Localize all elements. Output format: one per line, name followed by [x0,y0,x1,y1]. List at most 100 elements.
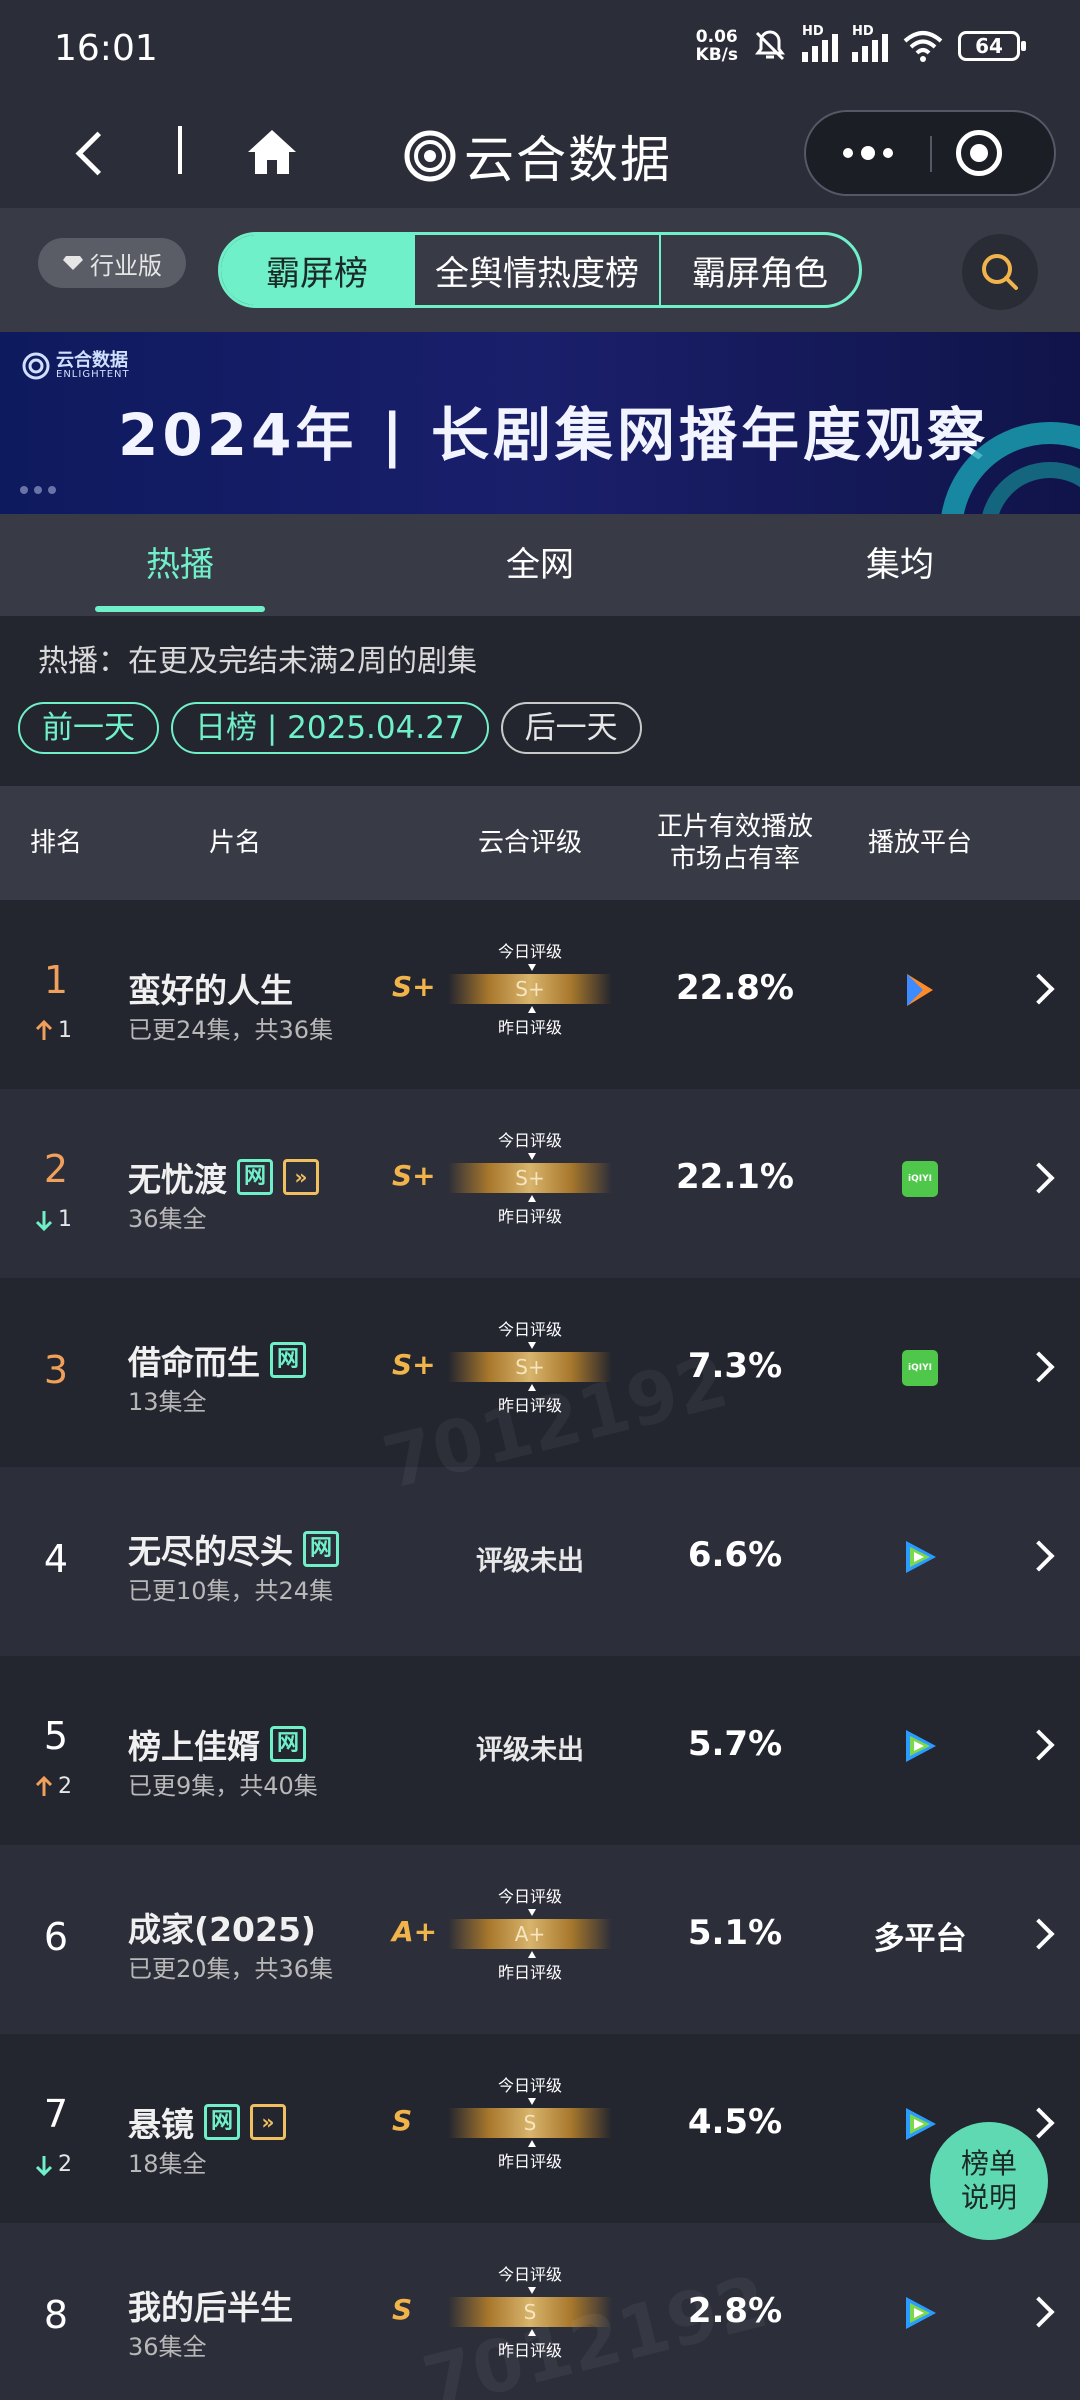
rating-compare: 今日评级 S 昨日评级 [448,2261,612,2371]
close-miniapp-button[interactable] [956,130,1002,176]
tab-bapingjuese[interactable]: 霸屏角色 [661,235,859,305]
divider [178,126,182,174]
table-row[interactable]: 4 无尽的尽头 网 已更10集，共24集 评级未出 6.6% [0,1467,1080,1656]
tab-quanyuqing[interactable]: 全舆情热度榜 [415,235,661,305]
table-row[interactable]: 1 1 蛮好的人生 已更24集，共36集 S+ 今日评级 S+ 昨日评级 22.… [0,900,1080,1089]
chevron-right-icon[interactable] [1023,973,1055,1005]
episode-info: 已更9集，共40集 [128,1772,318,1800]
rating-compare: 今日评级 A+ 昨日评级 [448,1883,612,1993]
show-title-group: 无尽的尽头 网 [128,1525,339,1573]
show-title: 蛮好的人生 [128,971,293,1010]
date-picker-button[interactable]: 日榜 | 2025.04.27 [171,702,489,754]
table-row[interactable]: 3 借命而生 网 13集全 S+ 今日评级 S+ 昨日评级 7.3% iQIYI [0,1278,1080,1467]
market-share: 5.7% [687,1724,783,1764]
prev-day-button[interactable]: 前一天 [18,702,159,754]
rank-change: 1 [34,1018,72,1043]
arrow-up-icon [35,1019,53,1040]
chevron-right-icon[interactable] [1023,1540,1055,1572]
episode-info: 已更10集，共24集 [128,1577,334,1605]
tab-rebo[interactable]: 热播 [0,514,360,616]
chevron-right-icon[interactable] [1023,1351,1055,1383]
signal-icon-1: HD [802,24,838,62]
home-icon[interactable] [244,124,300,180]
back-button[interactable] [70,122,120,182]
show-title: 无尽的尽头 [128,1532,293,1571]
rating-pending: 评级未出 [476,1546,584,1577]
rating-compare: 今日评级 S 昨日评级 [448,2072,612,2182]
capsule-divider [930,136,932,172]
market-share: 7.3% [687,1346,783,1386]
col-platform: 播放平台 [867,828,972,858]
chevron-right-icon[interactable] [1023,2107,1055,2139]
web-drama-tag: 网 [204,2104,240,2140]
app-title-group: 云合数据 [404,120,672,192]
web-drama-tag: 网 [237,1159,273,1195]
episode-info: 36集全 [128,2333,207,2361]
market-share: 5.1% [687,1913,783,1953]
table-row[interactable]: 7 2 悬镜 网 » 18集全 S 今日评级 S 昨日评级 4.5% [0,2034,1080,2223]
more-button[interactable] [806,112,930,194]
fast-forward-icon: » [283,1159,319,1195]
tencent-video-icon [906,1541,936,1573]
promo-banner[interactable]: 云合数据 ENLIGHTENT 2024年 | 长剧集网播年度观察 [0,332,1080,514]
miniapp-capsule [804,110,1056,196]
tab-quanwang[interactable]: 全网 [360,514,720,616]
show-title: 榜上佳婿 [128,1727,260,1766]
table-row[interactable]: 6 成家(2025) 已更20集，共36集 A+ 今日评级 A+ 昨日评级 5.… [0,1845,1080,2034]
show-title: 借命而生 [128,1343,260,1382]
rank-change: 2 [34,1774,72,1799]
rank-number: 1 [43,958,69,1002]
ranking-list: 1 1 蛮好的人生 已更24集，共36集 S+ 今日评级 S+ 昨日评级 22.… [0,900,1080,2400]
web-drama-tag: 网 [270,1342,306,1378]
active-tab-indicator [95,606,265,612]
status-icons: 0.06 KB/s HD HD 64 [695,24,1026,65]
platform-cell [830,960,1010,1020]
show-title: 无忧渡 [128,1160,227,1199]
table-row[interactable]: 2 1 无忧渡 网 » 36集全 S+ 今日评级 S+ 昨日评级 22.1% i… [0,1089,1080,1278]
col-rating: 云合评级 [477,828,582,858]
tab-jijun[interactable]: 集均 [720,514,1080,616]
platform-cell: iQIYI [830,1149,1010,1209]
table-row[interactable]: 5 2 榜上佳婿 网 已更9集，共40集 评级未出 5.7% [0,1656,1080,1845]
table-header: 排名 片名 云合评级 正片有效播放 市场占有率 播放平台 [0,786,1080,900]
status-bar: 16:01 0.06 KB/s HD HD 64 [0,0,1080,100]
col-share: 正片有效播放 市场占有率 [656,812,813,874]
edition-badge[interactable]: 行业版 [38,238,186,288]
banner-title: 2024年 | 长剧集网播年度观察 [118,401,989,469]
episode-info: 13集全 [128,1388,207,1416]
show-title-group: 无忧渡 网 » [128,1153,319,1201]
show-title: 我的后半生 [128,2288,293,2327]
rating-compare: 今日评级 S+ 昨日评级 [448,1316,612,1426]
rating-grade: S+ [392,1159,436,1192]
market-share: 22.8% [676,968,794,1008]
chevron-right-icon[interactable] [1023,1162,1055,1194]
yunhe-logo-icon [404,130,456,182]
chevron-right-icon[interactable] [1023,2296,1055,2328]
show-title-group: 借命而生 网 [128,1336,306,1384]
top-nav: 行业版 霸屏榜 全舆情热度榜 霸屏角色 [0,208,1080,332]
next-day-button[interactable]: 后一天 [500,702,642,754]
ranking-explanation-button[interactable]: 榜单 说明 [930,2122,1048,2240]
tencent-video-icon [906,2108,936,2140]
chevron-right-icon[interactable] [1023,1729,1055,1761]
market-share: 6.6% [687,1535,783,1575]
rating-compare: 今日评级 S+ 昨日评级 [448,938,612,1048]
date-selector: 前一天 日榜 | 2025.04.27 后一天 [18,702,642,754]
table-row[interactable]: 8 我的后半生 36集全 S 今日评级 S 昨日评级 2.8% [0,2223,1080,2400]
arrow-down-icon [35,2155,53,2176]
multi-platform-label: 多平台 [873,1920,967,1957]
market-share: 2.8% [687,2291,783,2331]
tab-bapingbang[interactable]: 霸屏榜 [221,235,415,305]
rank-number: 5 [43,1714,69,1758]
show-title: 悬镜 [128,2105,194,2144]
banner-pager-dots [20,486,56,494]
wifi-icon [903,31,943,62]
tencent-video-icon [907,974,933,1006]
chevron-right-icon[interactable] [1023,1918,1055,1950]
platform-cell [830,2283,1010,2343]
net-speed: 0.06 KB/s [695,27,738,65]
rank-number: 2 [43,1147,69,1191]
search-icon[interactable] [962,234,1038,310]
show-title-group: 悬镜 网 » [128,2098,286,2146]
platform-cell: 多平台 [830,1905,1010,1965]
